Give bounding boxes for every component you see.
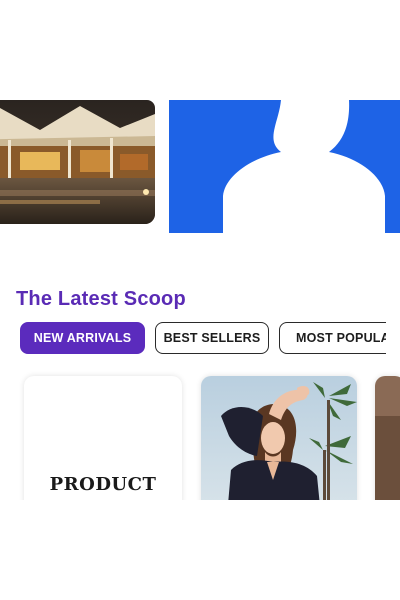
product-carousel[interactable]: PRODUCT <box>0 370 400 500</box>
content-area <box>0 500 400 600</box>
tab-most-popular[interactable]: MOST POPULA <box>279 322 386 354</box>
product-card-next[interactable] <box>375 376 400 500</box>
product-card-photo[interactable] <box>201 376 357 500</box>
product-placeholder-text: PRODUCT <box>49 474 157 495</box>
product-model-image <box>201 376 357 500</box>
filter-tabs: NEW ARRIVALS BEST SELLERS MOST POPULA <box>20 322 386 356</box>
banner-carousel[interactable] <box>0 100 400 236</box>
banner-profile-placeholder[interactable] <box>169 100 400 233</box>
banner-venue-image[interactable] <box>0 100 155 224</box>
app-screen: The Latest Scoop NEW ARRIVALS BEST SELLE… <box>0 0 400 600</box>
tab-best-sellers[interactable]: BEST SELLERS <box>155 322 269 354</box>
tab-new-arrivals[interactable]: NEW ARRIVALS <box>20 322 145 354</box>
person-silhouette-icon <box>169 100 400 233</box>
product-card[interactable]: PRODUCT <box>24 376 182 500</box>
section-title: The Latest Scoop <box>16 288 186 310</box>
